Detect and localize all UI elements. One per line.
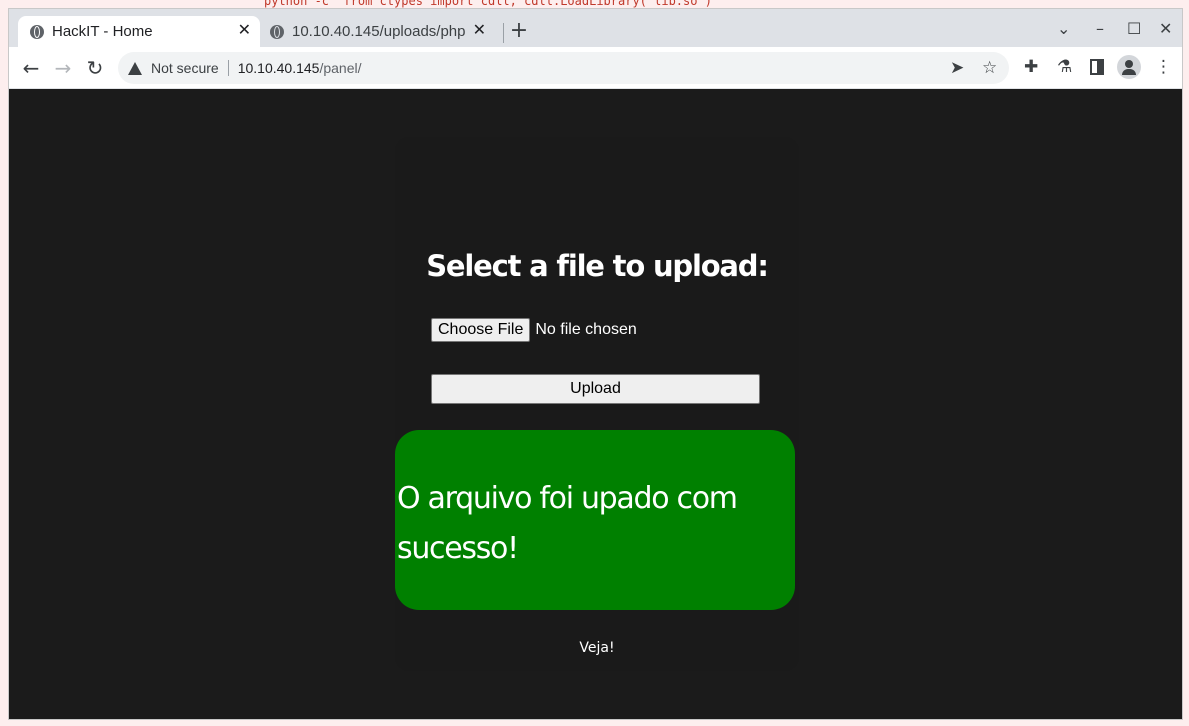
tab-separator [503, 23, 504, 43]
close-window-button[interactable]: ✕ [1159, 19, 1172, 39]
tab-hackit-home[interactable]: HackIT - Home ✕ [18, 16, 260, 47]
send-icon[interactable]: ➤ [950, 58, 964, 78]
tab-uploads[interactable]: 10.10.40.145/uploads/php ✕ [261, 16, 495, 47]
upload-card: Select a file to upload: Choose File No … [395, 137, 799, 671]
background-code-snippet: python -c 'from ctypes import cdll; cdll… [264, 0, 720, 8]
veja-link[interactable]: Veja! [395, 640, 799, 656]
url-path: /panel/ [319, 60, 362, 76]
globe-icon [270, 24, 284, 39]
profile-avatar-icon[interactable] [1117, 55, 1141, 79]
tab-title: HackIT - Home [52, 23, 153, 40]
extensions-icon[interactable]: ✚ [1024, 57, 1038, 77]
globe-icon [30, 24, 44, 39]
tab-title: 10.10.40.145/uploads/php [292, 23, 466, 40]
security-label[interactable]: Not secure [151, 60, 219, 76]
forward-icon[interactable]: → [51, 56, 75, 80]
warning-icon [128, 61, 142, 75]
browser-toolbar: ← → ↻ Not secure 10.10.40.145/panel/ ➤ ☆… [9, 47, 1182, 89]
address-bar[interactable]: Not secure 10.10.40.145/panel/ ➤ ☆ [118, 52, 1009, 84]
tab-close-icon[interactable]: ✕ [238, 22, 251, 40]
page-viewport: Select a file to upload: Choose File No … [9, 90, 1182, 719]
tab-strip: HackIT - Home ✕ 10.10.40.145/uploads/php… [9, 9, 1182, 47]
menu-icon[interactable]: ⋮ [1155, 57, 1172, 77]
url-host: 10.10.40.145 [237, 60, 320, 76]
choose-file-button[interactable]: Choose File [431, 318, 531, 342]
side-panel-icon[interactable] [1090, 59, 1104, 75]
labs-icon[interactable]: ⚗ [1057, 57, 1072, 77]
upload-button[interactable]: Upload [431, 374, 760, 404]
success-banner: O arquivo foi upado com sucesso! [395, 430, 795, 610]
reload-icon[interactable]: ↻ [83, 56, 107, 80]
minimize-button[interactable]: – [1096, 19, 1104, 39]
tab-close-icon[interactable]: ✕ [473, 22, 486, 40]
maximize-button[interactable]: ☐ [1127, 19, 1141, 39]
page-heading: Select a file to upload: [426, 249, 769, 283]
bookmark-star-icon[interactable]: ☆ [982, 58, 997, 78]
back-icon[interactable]: ← [19, 56, 43, 80]
browser-window: HackIT - Home ✕ 10.10.40.145/uploads/php… [8, 8, 1183, 720]
file-input[interactable]: Choose File No file chosen [431, 318, 637, 342]
no-file-text: No file chosen [535, 321, 637, 338]
success-message: O arquivo foi upado com sucesso! [397, 481, 738, 566]
url-divider [227, 60, 229, 76]
tab-search-icon[interactable]: ⌄ [1057, 19, 1070, 39]
new-tab-button[interactable]: + [509, 18, 529, 44]
